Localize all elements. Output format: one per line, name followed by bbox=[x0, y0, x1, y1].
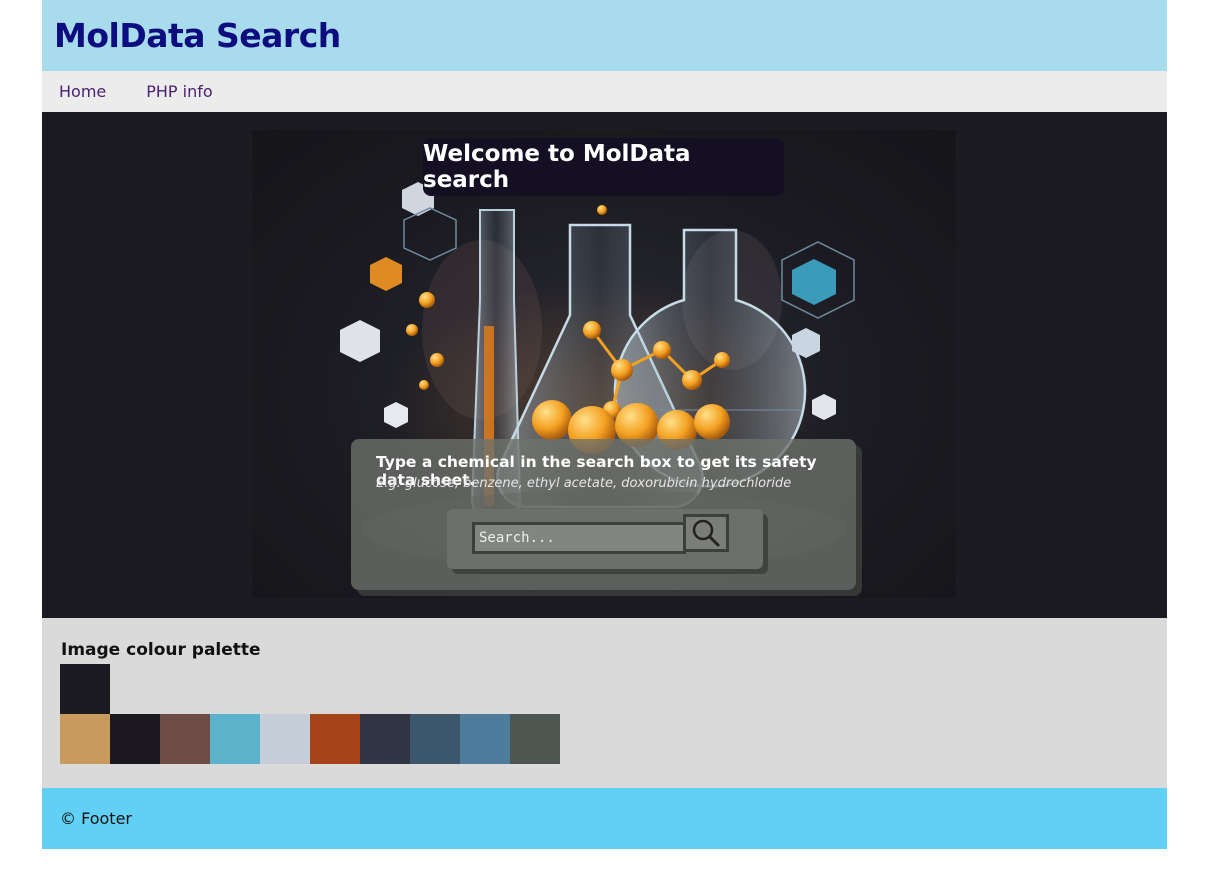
palette-swatch bbox=[360, 714, 410, 764]
nav-link-php-info[interactable]: PHP info bbox=[146, 82, 212, 101]
palette-swatches bbox=[60, 714, 560, 764]
page: MolData Search Home PHP info Welcome to … bbox=[42, 0, 1167, 849]
site-title: MolData Search bbox=[54, 16, 341, 55]
palette-swatch bbox=[510, 714, 560, 764]
search-form bbox=[447, 509, 763, 569]
footer-text: © Footer bbox=[60, 809, 132, 828]
search-icon bbox=[692, 519, 720, 547]
navbar: Home PHP info bbox=[42, 71, 1167, 112]
hero-section: Welcome to MolData search Type a chemica… bbox=[42, 112, 1167, 618]
search-examples: E.g. glucose, benzene, ethyl acetate, do… bbox=[376, 476, 792, 491]
palette-swatch bbox=[310, 714, 360, 764]
site-header: MolData Search bbox=[42, 0, 1167, 71]
search-button[interactable] bbox=[683, 514, 729, 552]
site-footer: © Footer bbox=[42, 788, 1167, 849]
search-panel: Type a chemical in the search box to get… bbox=[351, 439, 856, 590]
palette-swatch bbox=[60, 714, 110, 764]
nav-link-home[interactable]: Home bbox=[59, 82, 106, 101]
palette-swatch bbox=[160, 714, 210, 764]
colour-palette-section: Image colour palette bbox=[42, 618, 1167, 788]
palette-swatch bbox=[410, 714, 460, 764]
palette-swatch bbox=[110, 714, 160, 764]
welcome-banner: Welcome to MolData search bbox=[423, 138, 784, 196]
search-input[interactable] bbox=[472, 522, 686, 554]
palette-swatch bbox=[260, 714, 310, 764]
palette-swatch bbox=[460, 714, 510, 764]
dominant-colour-swatch bbox=[60, 664, 110, 714]
palette-swatch bbox=[210, 714, 260, 764]
palette-title: Image colour palette bbox=[61, 640, 261, 660]
